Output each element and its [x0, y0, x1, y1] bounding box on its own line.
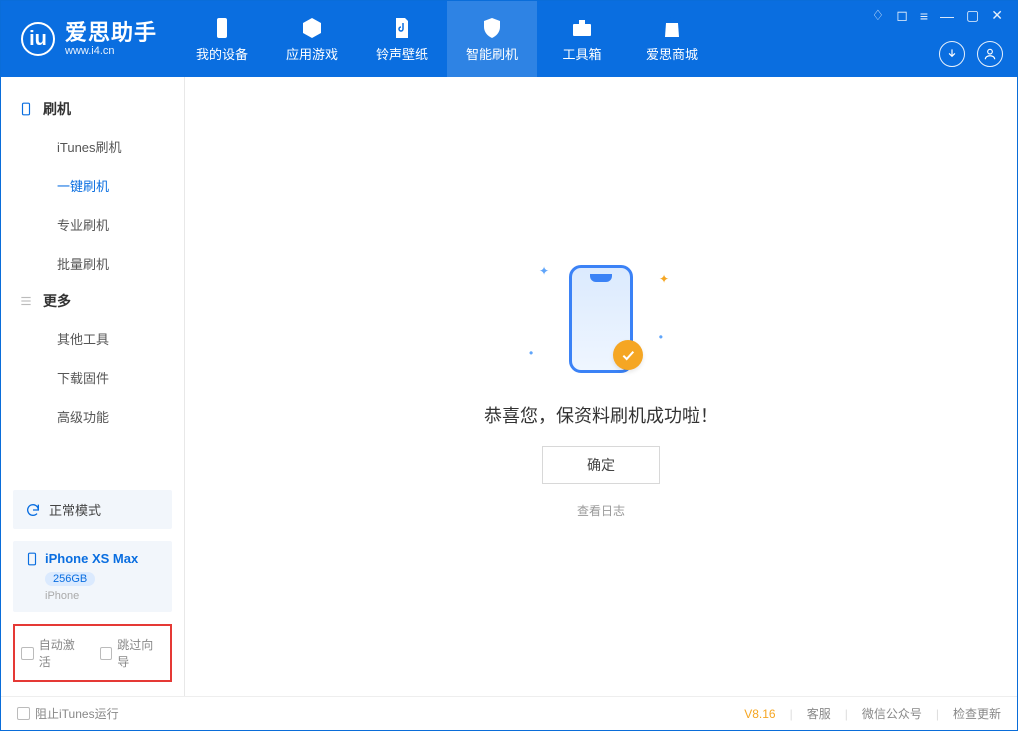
header-bar: iu 爱思助手 www.i4.cn 我的设备 应用游戏 铃声壁纸 智能刷机: [1, 1, 1017, 77]
sparkle-icon: •: [529, 346, 533, 360]
checkbox-icon: [17, 707, 30, 720]
music-file-icon: [390, 16, 414, 40]
sidebar-item-itunes-flash[interactable]: iTunes刷机: [1, 127, 184, 166]
tab-smart-flash[interactable]: 智能刷机: [447, 1, 537, 77]
success-illustration: ✦ • ✦ •: [511, 254, 691, 384]
header-action-icons: [939, 41, 1003, 67]
sidebar-device-box[interactable]: iPhone XS Max 256GB iPhone: [13, 541, 172, 612]
shield-refresh-icon: [480, 16, 504, 40]
sidebar-item-download-firmware[interactable]: 下载固件: [1, 358, 184, 397]
bag-icon: [660, 16, 684, 40]
tab-my-device[interactable]: 我的设备: [177, 1, 267, 77]
feedback-icon[interactable]: ◻: [896, 7, 908, 24]
sidebar-group-title: 刷机: [43, 99, 71, 119]
success-message: 恭喜您，保资料刷机成功啦！: [484, 402, 718, 428]
sidebar-item-batch-flash[interactable]: 批量刷机: [1, 244, 184, 283]
checkbox-auto-activate[interactable]: 自动激活: [21, 636, 86, 670]
tab-label: 智能刷机: [466, 44, 518, 63]
sidebar-item-pro-flash[interactable]: 专业刷机: [1, 205, 184, 244]
tab-toolbox[interactable]: 工具箱: [537, 1, 627, 77]
checkbox-label: 阻止iTunes运行: [35, 705, 119, 722]
device-name: iPhone XS Max: [45, 551, 138, 566]
maximize-button[interactable]: ▢: [966, 7, 979, 24]
tab-label: 铃声壁纸: [376, 44, 428, 63]
sidebar-item-advanced[interactable]: 高级功能: [1, 397, 184, 436]
close-button[interactable]: ✕: [991, 7, 1003, 24]
device-name-row: iPhone XS Max: [25, 551, 160, 566]
checkbox-icon: [21, 647, 34, 660]
checkbox-icon: [100, 647, 113, 660]
ok-button[interactable]: 确定: [542, 446, 660, 484]
cube-icon: [300, 16, 324, 40]
sidebar-mode-box[interactable]: 正常模式: [13, 490, 172, 529]
tab-label: 爱思商城: [646, 44, 698, 63]
minimize-button[interactable]: —: [940, 8, 954, 24]
phone-small-icon: [25, 552, 39, 566]
device-capacity: 256GB: [45, 572, 95, 586]
app-url: www.i4.cn: [65, 45, 157, 57]
user-icon[interactable]: [977, 41, 1003, 67]
header-right: ♢ ◻ ≡ — ▢ ✕: [872, 1, 1003, 77]
device-icon: [210, 16, 234, 40]
sidebar-checkbox-row: 自动激活 跳过向导: [13, 624, 172, 682]
menu-icon[interactable]: ≡: [920, 8, 928, 24]
list-icon: [19, 292, 33, 310]
checkbox-label: 自动激活: [39, 636, 86, 670]
sidebar-group-title: 更多: [43, 291, 71, 311]
download-icon[interactable]: [939, 41, 965, 67]
checkbox-skip-guide[interactable]: 跳过向导: [100, 636, 165, 670]
view-log-link[interactable]: 查看日志: [577, 502, 625, 519]
footer-link-support[interactable]: 客服: [807, 705, 831, 722]
app-logo: iu 爱思助手 www.i4.cn: [1, 21, 177, 57]
sparkle-icon: ✦: [539, 264, 549, 278]
refresh-icon: [25, 502, 41, 518]
window-controls: ♢ ◻ ≡ — ▢ ✕: [872, 7, 1003, 24]
header-tabs: 我的设备 应用游戏 铃声壁纸 智能刷机 工具箱 爱思商城: [177, 1, 717, 77]
phone-icon: [19, 100, 33, 118]
sidebar-group-flash: 刷机: [1, 91, 184, 127]
sidebar-item-oneclick-flash[interactable]: 一键刷机: [1, 166, 184, 205]
tab-label: 工具箱: [563, 44, 602, 63]
device-type: iPhone: [45, 590, 160, 602]
mode-label: 正常模式: [49, 500, 101, 519]
main-content: ✦ • ✦ • 恭喜您，保资料刷机成功啦！ 确定 查看日志: [185, 77, 1017, 696]
sparkle-icon: ✦: [659, 272, 669, 286]
checkbox-label: 跳过向导: [117, 636, 164, 670]
toolbox-icon: [570, 16, 594, 40]
app-name: 爱思助手: [65, 21, 157, 45]
footer-bar: 阻止iTunes运行 V8.16 | 客服 | 微信公众号 | 检查更新: [1, 696, 1017, 730]
sparkle-icon: •: [659, 330, 663, 344]
sidebar-group-more: 更多: [1, 283, 184, 319]
sidebar-item-other-tools[interactable]: 其他工具: [1, 319, 184, 358]
version-label: V8.16: [744, 707, 775, 721]
app-window: iu 爱思助手 www.i4.cn 我的设备 应用游戏 铃声壁纸 智能刷机: [0, 0, 1018, 731]
tab-apps-games[interactable]: 应用游戏: [267, 1, 357, 77]
sidebar: 刷机 iTunes刷机 一键刷机 专业刷机 批量刷机 更多 其他工具 下载固件 …: [1, 77, 185, 696]
footer-right: V8.16 | 客服 | 微信公众号 | 检查更新: [744, 705, 1001, 722]
logo-icon: iu: [21, 22, 55, 56]
tab-ringtone-wallpaper[interactable]: 铃声壁纸: [357, 1, 447, 77]
footer-link-wechat[interactable]: 微信公众号: [862, 705, 922, 722]
footer-link-update[interactable]: 检查更新: [953, 705, 1001, 722]
checkbox-block-itunes[interactable]: 阻止iTunes运行: [17, 705, 119, 722]
body: 刷机 iTunes刷机 一键刷机 专业刷机 批量刷机 更多 其他工具 下载固件 …: [1, 77, 1017, 696]
check-badge-icon: [613, 340, 643, 370]
shirt-icon[interactable]: ♢: [872, 7, 885, 24]
tab-store[interactable]: 爱思商城: [627, 1, 717, 77]
tab-label: 我的设备: [196, 44, 248, 63]
tab-label: 应用游戏: [286, 44, 338, 63]
